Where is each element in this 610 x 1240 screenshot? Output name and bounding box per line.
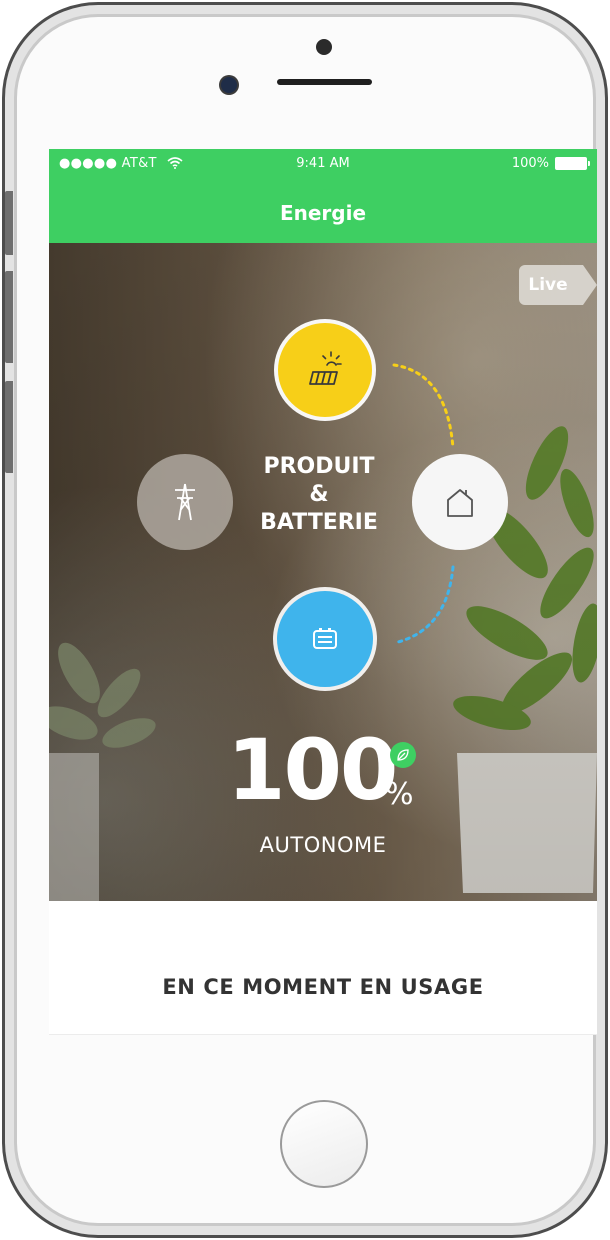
battery-percent: 100% (511, 156, 549, 171)
tab-bar (49, 1034, 597, 1035)
center-label-line-2: & (309, 482, 329, 507)
center-label-line-3: BATTERIE (260, 510, 378, 535)
power-pylon-icon (175, 483, 195, 521)
home-button[interactable] (280, 1100, 368, 1188)
mute-switch (5, 191, 13, 255)
proximity-sensor (316, 39, 332, 55)
solar-node[interactable] (278, 323, 372, 417)
volume-down-button (5, 381, 13, 473)
production-battery-label: PRODUIT & BATTERIE (229, 453, 409, 537)
battery-status: 100% (511, 156, 590, 171)
battery-storage-icon (313, 628, 337, 649)
autonomy-unit: % (385, 777, 414, 812)
app-screen: ●●●●● AT&T 9:41 AM 100% Energie Live PRO… (49, 149, 597, 1035)
eco-leaf-icon (390, 742, 416, 768)
top-bar: ●●●●● AT&T 9:41 AM 100% Energie (49, 149, 597, 243)
battery-icon (555, 157, 590, 170)
house-icon (447, 489, 473, 517)
phone-frame: ●●●●● AT&T 9:41 AM 100% Energie Live PRO… (2, 2, 608, 1238)
autonomy-value: 100 (227, 721, 398, 819)
earpiece-speaker (277, 79, 372, 85)
energy-flow-panel: Live PRODUIT & BATTERIE 100 % AUTONOME (49, 243, 597, 901)
grid-node[interactable] (137, 454, 233, 550)
flow-solar-to-home (392, 363, 455, 450)
center-label-line-1: PRODUIT (263, 454, 375, 479)
volume-up-button (5, 271, 13, 363)
flow-battery-to-home (392, 565, 455, 645)
front-camera (221, 77, 237, 93)
autonomy-label: AUTONOME (259, 833, 387, 857)
battery-node[interactable] (277, 591, 373, 687)
status-bar: ●●●●● AT&T 9:41 AM 100% (49, 149, 597, 177)
page-title: Energie (279, 201, 367, 225)
home-node[interactable] (412, 454, 508, 550)
solar-panel-icon (309, 351, 342, 385)
current-usage-title: EN CE MOMENT EN USAGE (162, 975, 484, 999)
